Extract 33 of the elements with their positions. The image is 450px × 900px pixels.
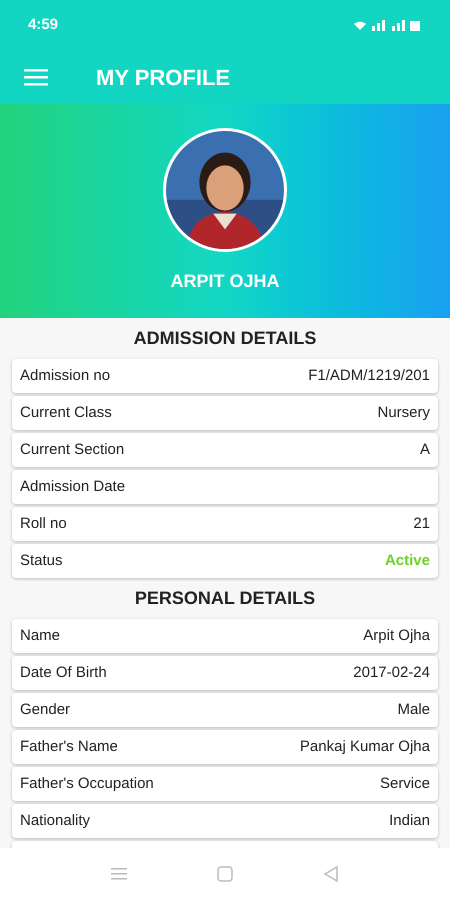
field-value: Male	[397, 700, 430, 720]
field-label: Admission no	[20, 366, 110, 386]
screen-title: MY PROFILE	[96, 64, 230, 92]
field-label: Gender	[20, 700, 70, 720]
recent-apps-icon[interactable]	[111, 867, 127, 881]
student-name: ARPIT OJHA	[170, 270, 280, 292]
status-icons-drawing	[352, 18, 422, 32]
field-label: Admission Date	[20, 476, 126, 497]
field-label: Current Class	[20, 402, 112, 423]
section-title: ADMISSION DETAILS	[134, 327, 316, 350]
field-value: Indian	[389, 810, 430, 831]
field-label: Father's Occupation	[20, 774, 154, 794]
field-label: Current Section	[20, 440, 124, 460]
field-label: Nationality	[20, 810, 90, 831]
field-label: Father's Name	[20, 736, 118, 757]
back-icon[interactable]	[323, 865, 339, 883]
field-value: Pankaj Kumar Ojha	[300, 736, 430, 757]
field-label: Name	[20, 626, 60, 646]
status-time: 4:59	[28, 14, 58, 35]
field-value: A	[420, 440, 430, 460]
field-value: 2017-02-24	[353, 662, 430, 683]
home-icon[interactable]	[217, 866, 233, 882]
field-label: Status	[20, 550, 63, 571]
field-value: Nursery	[377, 402, 430, 423]
field-value: 21	[413, 514, 430, 534]
menu-icon[interactable]	[24, 68, 48, 86]
section-title: PERSONAL DETAILS	[134, 587, 316, 610]
status-value: Active	[384, 550, 430, 571]
field-value: Service	[380, 774, 430, 794]
field-value: Arpit Ojha	[363, 626, 430, 646]
field-label: Date Of Birth	[20, 662, 107, 683]
field-label: Roll no	[20, 514, 67, 534]
field-value: F1/ADM/1219/201	[308, 366, 430, 386]
